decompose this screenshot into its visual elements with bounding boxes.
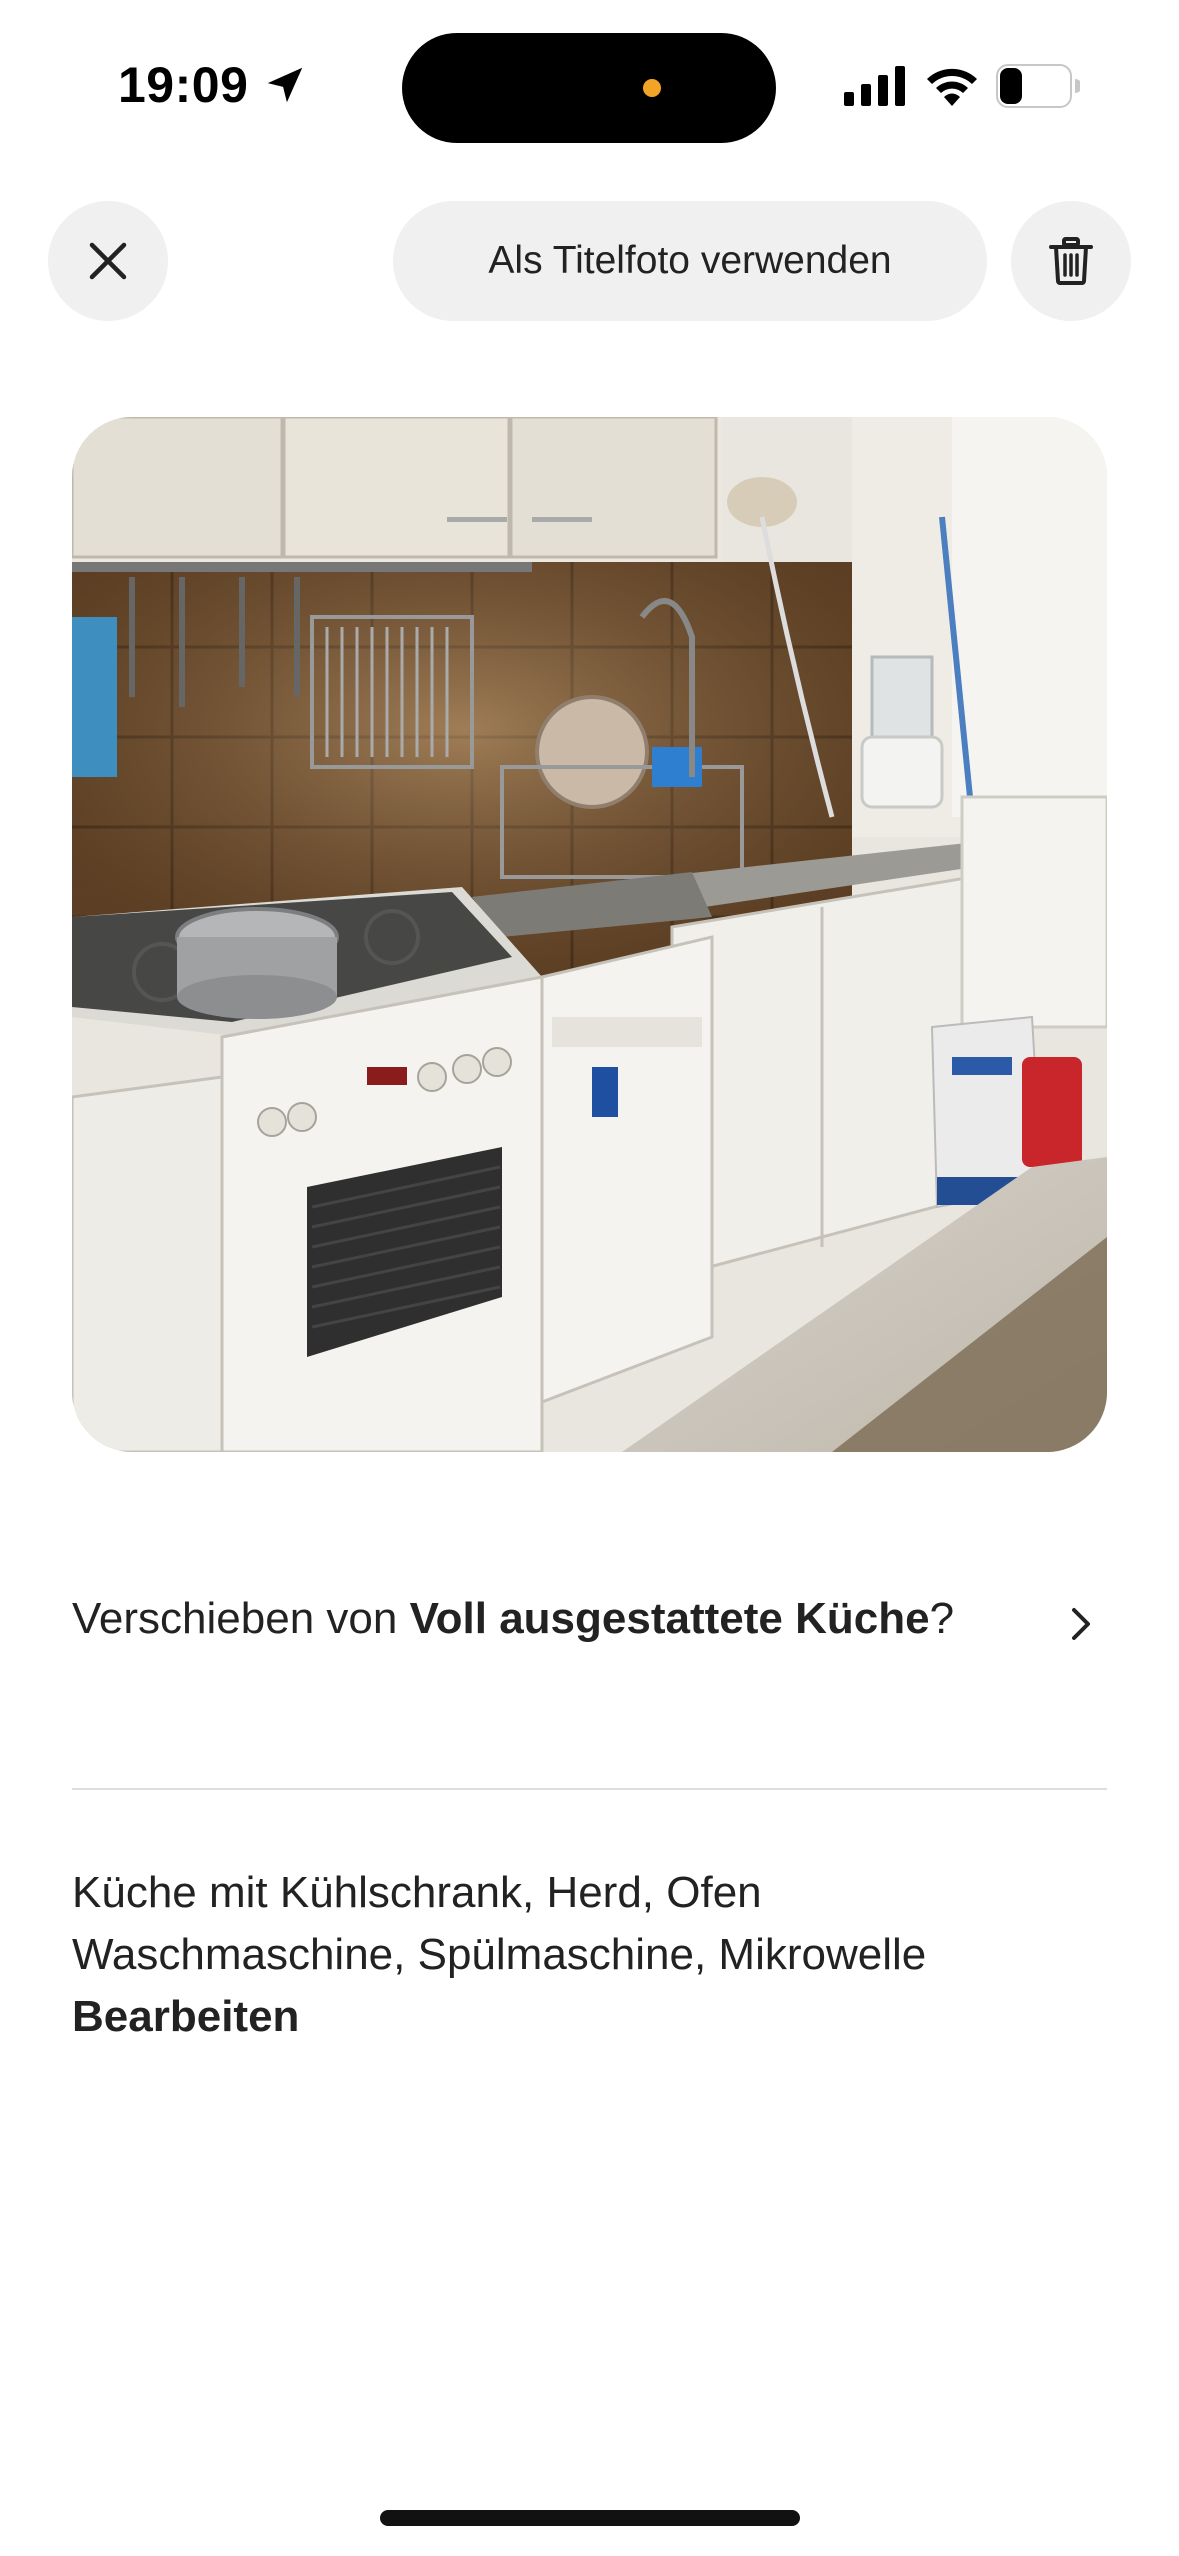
privacy-indicator-dot [643,79,661,97]
divider [72,1788,1107,1790]
edit-caption-link[interactable]: Bearbeiten [72,1986,299,2048]
dynamic-island [402,33,776,143]
photo-caption: Küche mit Kühlschrank, Herd, Ofen Waschm… [72,1862,1107,2048]
set-cover-photo-button[interactable]: Als Titelfoto verwenden [393,201,987,321]
signal-icon [844,66,905,106]
caption-line-2: Waschmaschine, Spülmaschine, Mikrowelle [72,1930,927,1979]
close-icon [89,242,127,280]
move-prefix: Verschieben von [72,1594,410,1643]
battery-level: 25 [1028,68,1064,104]
kitchen-photo-image [72,417,1107,1452]
status-bar: 19:09 25 [0,0,1179,170]
listing-photo[interactable] [72,417,1107,1452]
chevron-right-icon [1072,1608,1090,1640]
status-time: 19:09 [118,57,249,113]
wifi-icon [927,68,977,106]
move-to-room-text: Verschieben von Voll ausgestattete Küche… [72,1588,972,1650]
trash-icon [1049,237,1093,285]
move-suffix: ? [929,1594,955,1643]
delete-button[interactable] [1011,201,1131,321]
home-indicator[interactable] [380,2510,800,2526]
move-room-name: Voll ausgestattete Küche [409,1594,930,1643]
location-arrow-icon [267,67,303,103]
move-to-room-row[interactable]: Verschieben von Voll ausgestattete Küche… [72,1588,1107,1650]
close-button[interactable] [48,201,168,321]
caption-line-1: Küche mit Kühlschrank, Herd, Ofen [72,1868,762,1917]
